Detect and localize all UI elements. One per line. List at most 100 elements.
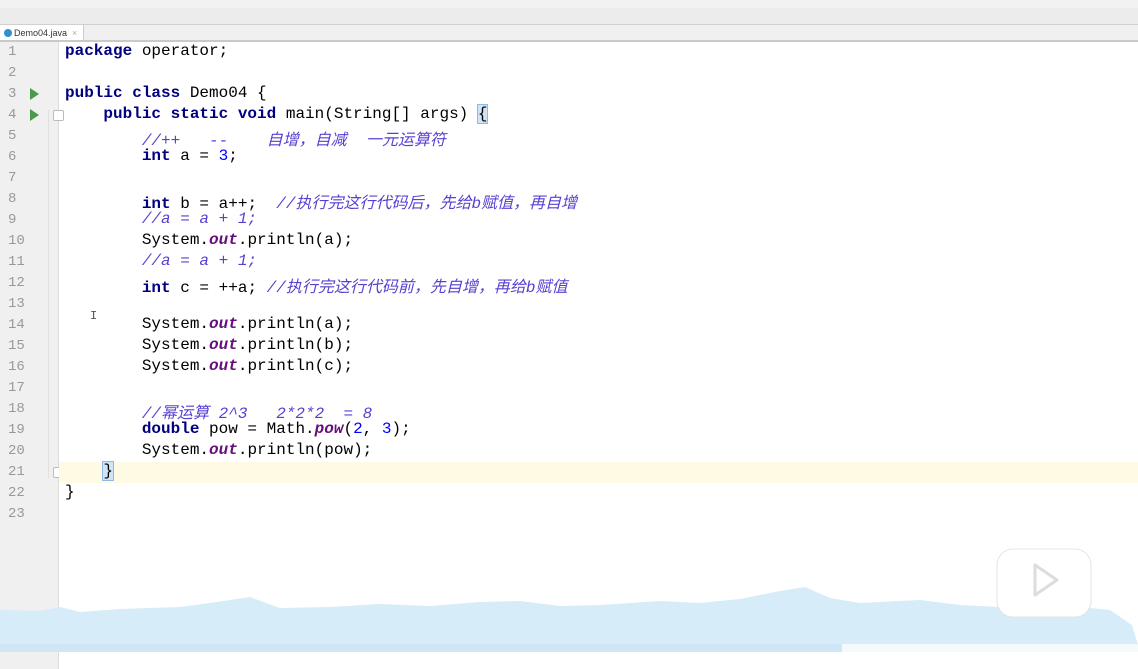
code-text: System. (65, 357, 210, 375)
java-class-icon (4, 28, 12, 37)
line-number: 2 (8, 65, 17, 81)
field-ref: pow (314, 420, 344, 438)
keyword: int (141, 279, 171, 297)
line-number: 12 (8, 275, 25, 291)
number-literal: 2 (353, 420, 363, 438)
line-number: 5 (8, 128, 17, 144)
code-line: System.out.println(c); (65, 357, 353, 378)
code-editor[interactable]: package operator; public class Demo04 { p… (59, 42, 1138, 669)
code-text: a = (170, 147, 219, 165)
code-line: System.out.println(b); (65, 336, 353, 357)
comment: //执行完这行代码后，先给b赋值，再自增 (276, 195, 578, 213)
code-line: //++ -- 自增，自减 一元运算符 (65, 126, 446, 150)
field-ref: out (209, 441, 238, 459)
line-number: 10 (8, 233, 25, 249)
code-text: c = ++a; (170, 279, 267, 297)
brace: } (102, 461, 114, 481)
field-ref: out (209, 315, 238, 333)
indent-guide (48, 110, 49, 478)
code-line: //a = a + 1; (65, 252, 257, 273)
video-progress-fill (0, 644, 843, 652)
code-text: } (65, 483, 75, 501)
line-number: 9 (8, 212, 17, 228)
code-text: .println(a); (237, 315, 354, 333)
code-text: ); (391, 420, 411, 438)
line-number: 1 (8, 44, 17, 60)
comment: //执行完这行代码前，先自增，再给b赋值 (266, 279, 568, 297)
line-number: 21 (8, 464, 25, 480)
keyword: double (141, 420, 200, 438)
run-gutter-icon[interactable] (30, 88, 39, 100)
code-line: public class Demo04 { (65, 84, 267, 105)
code-text: System. (65, 441, 210, 459)
code-text: , (362, 420, 382, 438)
code-line: System.out.println(a); (65, 315, 353, 336)
line-number-gutter: 1 2 3 4 5 6 7 8 9 10 11 12 13 14 15 16 17 18 19 20 21 22 23 (0, 42, 64, 669)
current-line-highlight (59, 462, 1138, 483)
code-line: System.out.println(a); (65, 231, 353, 252)
tab-demo04-java[interactable]: Demo04.java × (0, 25, 85, 40)
code-line: int b = a++; //执行完这行代码后，先给b赋值，再自增 (65, 189, 578, 213)
code-text: System. (65, 231, 210, 249)
editor-tab-bar: Demo04.java × (0, 25, 1138, 42)
line-number: 8 (8, 191, 17, 207)
line-number: 16 (8, 359, 25, 375)
line-number: 22 (8, 485, 25, 501)
code-text: .println(a); (237, 231, 354, 249)
close-tab-icon[interactable]: × (72, 28, 77, 38)
code-text: ; (228, 147, 238, 165)
keyword: public class (65, 84, 181, 102)
brace: { (476, 104, 489, 124)
code-text: operator; (132, 42, 229, 60)
code-text: System. (65, 315, 210, 333)
navigation-bar (0, 8, 1138, 25)
number-literal: 3 (218, 147, 229, 165)
code-line: package operator; (65, 42, 228, 63)
code-line: double pow = Math.pow(2, 3); (65, 420, 411, 441)
code-text: Demo04 { (180, 84, 267, 102)
code-line: } (65, 483, 75, 504)
video-progress-bar[interactable] (0, 644, 1138, 652)
field-ref: out (209, 231, 238, 249)
tab-label: Demo04.java (14, 27, 68, 38)
line-number: 23 (8, 506, 25, 522)
comment: //a = a + 1; (141, 252, 258, 270)
code-line: //a = a + 1; (65, 210, 257, 231)
audio-waveform (0, 587, 1138, 645)
keyword: public static void (103, 105, 277, 123)
code-line: public static void main(String[] args) { (65, 104, 489, 126)
code-line: } (65, 461, 114, 483)
code-text: main(String[] args) (276, 105, 478, 123)
keyword: package (65, 42, 133, 60)
code-text: .println(pow); (237, 441, 373, 459)
line-number: 15 (8, 338, 25, 354)
code-line: System.out.println(pow); (65, 441, 372, 462)
line-number: 13 (8, 296, 25, 312)
line-number: 18 (8, 401, 25, 417)
code-text: ( (343, 420, 354, 438)
field-ref: out (209, 357, 238, 375)
line-number: 6 (8, 149, 17, 165)
text-cursor-icon: I (90, 309, 98, 323)
code-line: //幂运算 2^3 2*2*2 = 8 (65, 399, 372, 423)
line-number: 17 (8, 380, 25, 396)
code-text: .println(b); (237, 336, 354, 354)
code-line: int c = ++a; //执行完这行代码前，先自增，再给b赋值 (65, 273, 568, 297)
line-number: 20 (8, 443, 25, 459)
line-number: 11 (8, 254, 25, 270)
run-gutter-icon[interactable] (30, 109, 39, 121)
bilibili-logo-icon (996, 534, 1092, 618)
line-number: 7 (8, 170, 17, 186)
keyword: int (141, 147, 171, 165)
field-ref: out (209, 336, 238, 354)
line-number: 4 (8, 107, 17, 123)
code-text: .println(c); (237, 357, 354, 375)
line-number: 14 (8, 317, 25, 333)
